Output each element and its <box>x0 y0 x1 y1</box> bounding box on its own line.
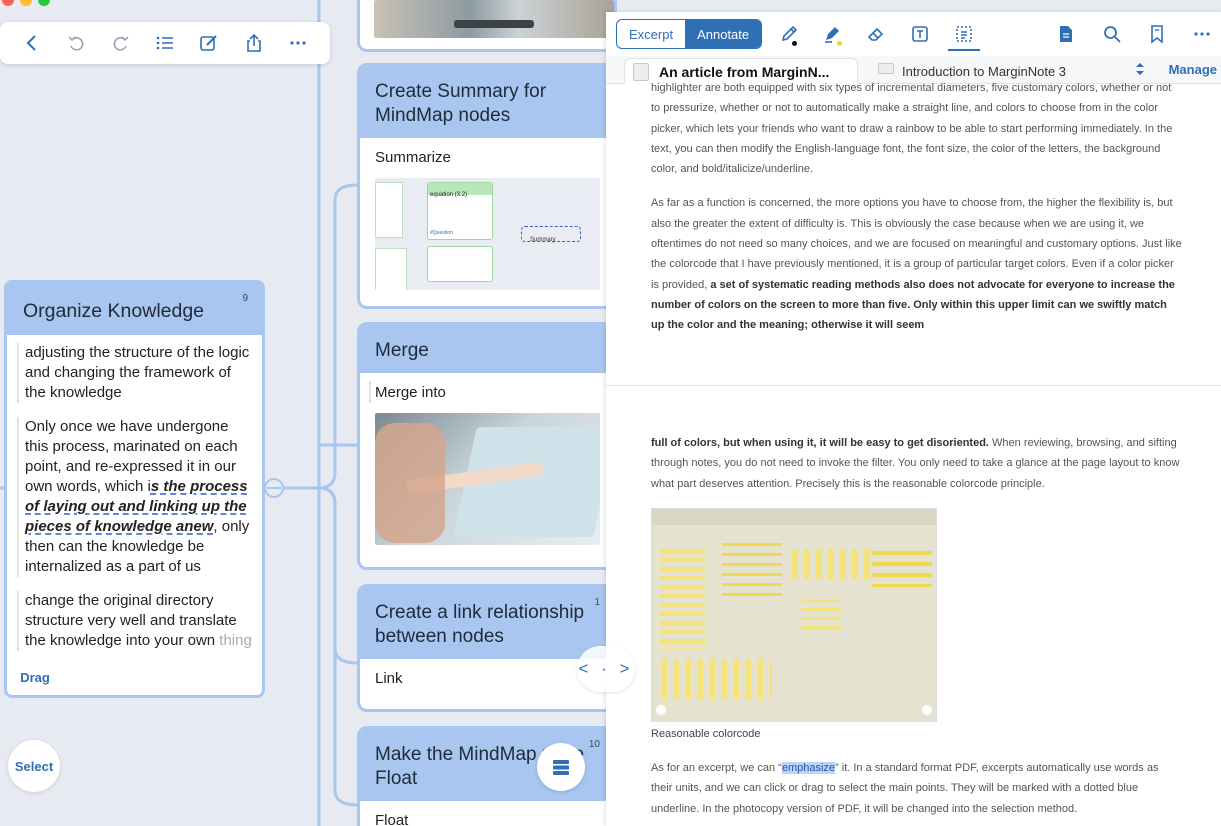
page-paragraph: highlighter are both equipped with six t… <box>651 82 1173 176</box>
eraser-icon[interactable] <box>865 23 887 45</box>
page-paragraph: full of colors, but when using it, it wi… <box>651 433 1182 494</box>
lasso-select-icon[interactable] <box>953 23 975 45</box>
node-excerpt: Float <box>375 812 409 826</box>
mindmap-node-merge[interactable]: Merge Merge into <box>357 322 617 570</box>
active-tool-indicator <box>948 49 980 51</box>
node-excerpt: Link <box>375 670 403 687</box>
annotate-mode-tab[interactable]: Annotate <box>685 20 762 48</box>
node-thumbnail <box>374 0 614 38</box>
page-divider <box>606 385 1221 386</box>
document-icon[interactable] <box>1055 23 1077 45</box>
textbox-icon[interactable] <box>909 23 931 45</box>
pdf-page-1[interactable]: highlighter are both equipped with six t… <box>606 78 1221 336</box>
node-title: Organize Knowledge <box>23 300 205 322</box>
excerpt-text-faded: thing <box>219 632 252 649</box>
more-icon[interactable] <box>287 32 309 54</box>
merge-thumbnail <box>375 413 600 545</box>
selected-word[interactable]: emphasize <box>781 762 836 775</box>
node-child-count: 1 <box>594 597 600 608</box>
excerpt-mode-tab[interactable]: Excerpt <box>617 20 685 48</box>
more-icon[interactable] <box>1191 23 1213 45</box>
pdf-page-2[interactable]: full of colors, but when using it, it wi… <box>606 433 1221 819</box>
paragraph-bold-text: full of colors, but when using it, it wi… <box>651 437 989 449</box>
excerpt-segment: Only once we have undergone this process… <box>17 417 252 577</box>
pen-color-dot <box>792 41 797 46</box>
summary-thumbnail: equation (3.2) #Question Summary <box>375 178 600 290</box>
paragraph-text: As for an excerpt, we can “ <box>651 762 782 775</box>
outline-icon[interactable] <box>154 32 176 54</box>
minimize-window-button[interactable] <box>20 0 32 6</box>
colorcode-figure[interactable] <box>651 507 937 722</box>
page-paragraph: As far as a function is concerned, the m… <box>651 193 1182 335</box>
split-view-toggle[interactable]: < · > <box>577 646 635 692</box>
figure-caption: Reasonable colorcode <box>651 727 761 740</box>
highlighter-color-dot <box>837 41 842 46</box>
close-window-button[interactable] <box>2 0 14 6</box>
edit-icon[interactable] <box>198 32 220 54</box>
paragraph-bold-text: a set of systematic reading methods also… <box>651 278 1175 332</box>
sort-icon[interactable] <box>1133 62 1147 76</box>
undo-icon[interactable] <box>65 32 87 54</box>
mindmap-node-organize-knowledge[interactable]: Organize Knowledge 9 adjusting the struc… <box>4 280 265 698</box>
mode-segmented-control: Excerpt Annotate <box>616 19 763 49</box>
thumb-node-label: equation (3.2) <box>428 183 492 198</box>
node-excerpt: Summarize <box>375 149 451 166</box>
excerpt-segment: change the original directory structure … <box>17 591 252 651</box>
manage-button[interactable]: Manage <box>1169 62 1217 77</box>
document-thumbnail-icon <box>878 63 894 74</box>
share-icon[interactable] <box>243 32 265 54</box>
back-icon[interactable] <box>21 32 43 54</box>
document-panel: Excerpt Annotate An article from MarginN… <box>606 12 1221 826</box>
mindmap-node-link[interactable]: Create a link relationship between nodes… <box>357 584 617 712</box>
excerpt-text: change the original directory structure … <box>25 592 237 649</box>
zoom-window-button[interactable] <box>38 0 50 6</box>
thumb-question-label: #Question <box>430 230 453 236</box>
node-title: Create Summary for MindMap nodes <box>360 66 614 138</box>
drag-button[interactable]: Drag <box>6 655 64 699</box>
node-excerpt: Merge into <box>369 381 600 403</box>
bookmark-icon[interactable] <box>1146 23 1168 45</box>
node-title: Create a link relationship between nodes <box>375 602 585 647</box>
node-title: Merge <box>360 325 614 373</box>
node-child-count: 9 <box>242 293 248 304</box>
mindmap-toolbar <box>0 22 330 64</box>
mindmap-node-top[interactable] <box>357 0 617 52</box>
redo-icon[interactable] <box>110 32 132 54</box>
select-button[interactable]: Select <box>8 740 60 792</box>
page-paragraph: As for an excerpt, we can “emphasize” it… <box>651 758 1182 819</box>
stack-icon[interactable] <box>537 743 585 791</box>
node-child-count: 10 <box>588 739 600 750</box>
thumb-summary-label: Summary <box>521 226 581 243</box>
paragraph-text: As far as a function is concerned, the m… <box>651 197 1182 291</box>
tab-label: Introduction to MarginNote 3 <box>902 63 1067 79</box>
mindmap-node-summary[interactable]: Create Summary for MindMap nodes Summari… <box>357 63 617 309</box>
search-icon[interactable] <box>1101 23 1123 45</box>
document-toolbar: Excerpt Annotate <box>606 12 1221 56</box>
excerpt-segment: adjusting the structure of the logic and… <box>17 343 252 403</box>
